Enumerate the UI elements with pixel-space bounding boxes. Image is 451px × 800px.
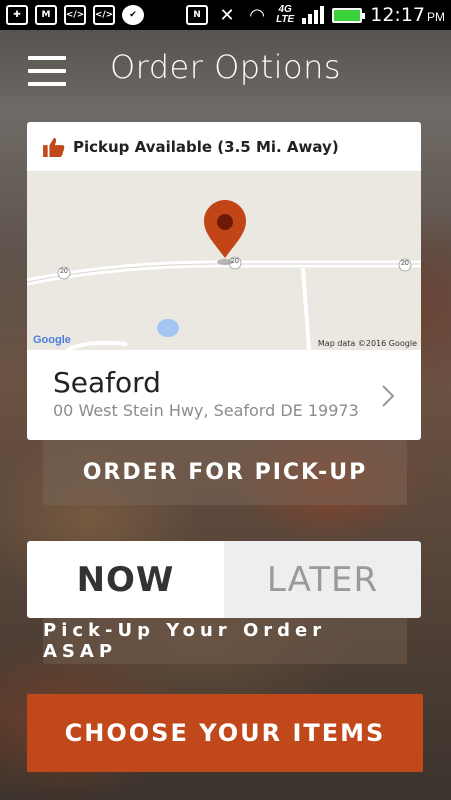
google-logo: Google (33, 334, 71, 346)
store-address: 00 West Stein Hwy, Seaford DE 19973 (53, 401, 359, 420)
clock-ampm: PM (427, 10, 445, 24)
app-header: Order Options (0, 30, 451, 110)
availability-banner: Pickup Available (3.5 Mi. Away) (27, 122, 421, 172)
page-title: Order Options (109, 48, 342, 86)
battery-icon (332, 7, 366, 23)
check-icon: ✔ (122, 5, 144, 25)
now-option[interactable]: NOW (27, 541, 224, 618)
store-location-row[interactable]: Seaford 00 West Stein Hwy, Seaford DE 19… (27, 350, 421, 440)
later-option[interactable]: LATER (224, 541, 421, 618)
asap-banner: Pick-Up Your Order ASAP (43, 618, 407, 664)
choose-your-items-button[interactable]: CHOOSE YOUR ITEMS (27, 694, 423, 772)
road-label: 20 (401, 260, 409, 267)
gmail-icon: M (35, 5, 57, 25)
clock-time: 12:17 (370, 4, 425, 26)
add-icon: ✚ (6, 5, 28, 25)
availability-text: Pickup Available (3.5 Mi. Away) (73, 137, 339, 156)
order-for-pickup-button[interactable]: ORDER FOR PICK-UP (43, 440, 407, 505)
status-bar: ✚ M </> </> ✔ N ✕ ◠ 4G LTE 12:17 PM (0, 0, 451, 30)
map-credit: Map data ©2016 Google (317, 339, 417, 348)
signal-icon (302, 6, 325, 24)
timing-toggle: NOW LATER (27, 541, 421, 618)
code-icon: </> (93, 5, 115, 25)
nfc-icon: N (186, 5, 209, 25)
clock: 12:17 PM (370, 4, 445, 26)
thumbs-up-icon (43, 137, 65, 157)
code-icon: </> (64, 5, 86, 25)
location-card: Pickup Available (3.5 Mi. Away) 20 20 20… (27, 122, 421, 440)
chevron-right-icon (382, 385, 395, 407)
map-graphic (27, 200, 421, 350)
wifi-icon: ◠ (250, 4, 264, 26)
store-map[interactable]: 20 20 20 Google Map data ©2016 Google (27, 172, 421, 350)
road-label: 20 (60, 268, 68, 275)
store-name: Seaford (53, 366, 161, 399)
road-label: 20 (231, 258, 239, 265)
network-type: 4G LTE (276, 4, 295, 25)
mute-icon: ✕ (219, 4, 235, 26)
